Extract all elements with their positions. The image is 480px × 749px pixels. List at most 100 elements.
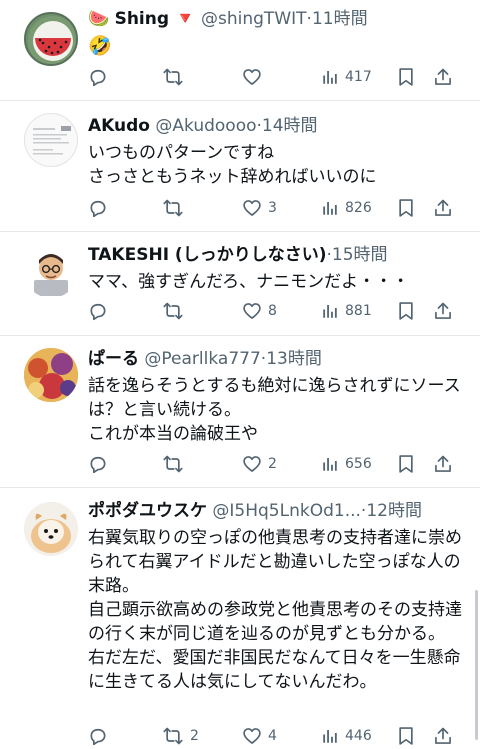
views-count: 656 (345, 456, 372, 472)
repost-button[interactable]: 2 (162, 723, 199, 749)
avatar-document[interactable] (24, 113, 78, 167)
post-header: AKudo @Akudoooo·14時間 (88, 116, 318, 136)
views-icon (321, 727, 339, 745)
action-bar: 8 881 (88, 298, 462, 324)
post-1[interactable]: 🍉 Shing 🔻 @shingTWIT·11時間 🤣 417 (0, 0, 480, 101)
reply-button[interactable] (88, 64, 108, 90)
timestamp[interactable]: 14時間 (262, 116, 318, 136)
handle[interactable]: @Akudoooo (155, 116, 256, 136)
scrollbar[interactable] (475, 590, 478, 740)
bookmark-button[interactable] (397, 195, 415, 221)
action-bar: 3 826 (88, 195, 462, 221)
bookmark-icon (397, 67, 415, 87)
like-icon (242, 67, 262, 87)
share-button[interactable] (433, 451, 453, 477)
repost-count: 2 (190, 728, 199, 744)
like-button[interactable]: 3 (242, 195, 277, 221)
avatar-anime[interactable] (24, 348, 78, 402)
repost-icon (162, 454, 184, 474)
share-button[interactable] (433, 64, 453, 90)
reply-icon (88, 454, 108, 474)
share-icon (433, 67, 453, 87)
share-button[interactable] (433, 723, 453, 749)
like-count: 3 (268, 200, 277, 216)
display-name[interactable]: TAKESHI (しっかりしなさい) (88, 245, 326, 265)
display-name[interactable]: AKudo (88, 116, 150, 136)
views-count: 881 (345, 303, 372, 319)
post-text: 右翼気取りの空っぽの他責思考の支持者達に崇められて右翼アイドルだと勘違いした空っ… (88, 528, 462, 692)
repost-button[interactable] (162, 195, 184, 221)
handle[interactable]: @shingTWIT (201, 9, 307, 29)
bookmark-button[interactable] (397, 451, 415, 477)
timestamp[interactable]: 15時間 (332, 245, 388, 265)
repost-button[interactable] (162, 451, 184, 477)
reply-icon (88, 726, 108, 746)
like-count: 8 (268, 303, 277, 319)
timestamp[interactable]: 13時間 (266, 349, 322, 369)
reply-icon (88, 67, 108, 87)
like-icon (242, 726, 262, 746)
like-button[interactable]: 8 (242, 298, 277, 324)
reply-icon (88, 198, 108, 218)
views-count: 446 (345, 728, 372, 744)
views-icon (321, 302, 339, 320)
post-header: ぱーる @Pearllka777·13時間 (88, 349, 322, 369)
like-count: 2 (268, 456, 277, 472)
post-header: ポポダユウスケ @I5Hq5LnkOd1...·12時間 (88, 501, 422, 521)
bookmark-button[interactable] (397, 298, 415, 324)
action-bar: 2 656 (88, 451, 462, 477)
post-4[interactable]: ぱーる @Pearllka777·13時間 話を逸らそうとするも絶対に逸らされず… (0, 336, 480, 488)
display-name[interactable]: ポポダユウスケ (88, 501, 207, 521)
reply-button[interactable] (88, 195, 108, 221)
post-2[interactable]: AKudo @Akudoooo·14時間 いつものパターンですね さっさともうネ… (0, 101, 480, 232)
views-count: 417 (345, 69, 372, 85)
like-button[interactable]: 4 (242, 723, 277, 749)
like-button[interactable] (242, 64, 262, 90)
share-button[interactable] (433, 298, 453, 324)
like-icon (242, 301, 262, 321)
reply-button[interactable] (88, 723, 108, 749)
post-text: 話を逸らそうとするも絶対に逸らされずにソースは？と言い続ける。 これが本当の論破… (88, 376, 461, 444)
action-bar: 2 4 446 (88, 723, 462, 749)
timestamp[interactable]: 12時間 (366, 501, 422, 521)
reply-button[interactable] (88, 298, 108, 324)
avatar-memoji[interactable] (24, 244, 78, 298)
post-3[interactable]: TAKESHI (しっかりしなさい)·15時間 ママ、強すぎんだろ、ナニモンだよ… (0, 232, 480, 336)
bookmark-icon (397, 454, 415, 474)
views-button[interactable]: 417 (321, 64, 372, 90)
handle[interactable]: @I5Hq5LnkOd1... (212, 501, 361, 521)
views-button[interactable]: 446 (321, 723, 372, 749)
repost-icon (162, 67, 184, 87)
repost-button[interactable] (162, 64, 184, 90)
avatar-watermelon[interactable] (24, 12, 78, 66)
views-icon (321, 68, 339, 86)
repost-icon (162, 198, 184, 218)
like-count: 4 (268, 728, 277, 744)
post-header: 🍉 Shing 🔻 @shingTWIT·11時間 (88, 9, 368, 29)
views-button[interactable]: 826 (321, 195, 372, 221)
views-icon (321, 455, 339, 473)
repost-icon (162, 301, 184, 321)
share-icon (433, 301, 453, 321)
badge-emoji: 🔻 (174, 9, 196, 29)
bookmark-button[interactable] (397, 723, 415, 749)
views-button[interactable]: 881 (321, 298, 372, 324)
post-text: いつものパターンですね さっさともうネット辞めればいいのに (88, 143, 377, 187)
bookmark-icon (397, 198, 415, 218)
repost-button[interactable] (162, 298, 184, 324)
like-button[interactable]: 2 (242, 451, 277, 477)
avatar-dog[interactable] (24, 502, 78, 556)
display-name[interactable]: Shing (115, 9, 169, 29)
post-text: 🤣 (88, 35, 112, 57)
display-name[interactable]: ぱーる (88, 349, 139, 369)
reply-button[interactable] (88, 451, 108, 477)
post-5[interactable]: ポポダユウスケ @I5Hq5LnkOd1...·12時間 右翼気取りの空っぽの他… (0, 488, 480, 747)
handle[interactable]: @Pearllka777 (144, 349, 260, 369)
timestamp[interactable]: 11時間 (312, 9, 368, 29)
share-button[interactable] (433, 195, 453, 221)
views-button[interactable]: 656 (321, 451, 372, 477)
name-emoji: 🍉 (88, 9, 110, 29)
like-icon (242, 198, 262, 218)
share-icon (433, 454, 453, 474)
bookmark-button[interactable] (397, 64, 415, 90)
